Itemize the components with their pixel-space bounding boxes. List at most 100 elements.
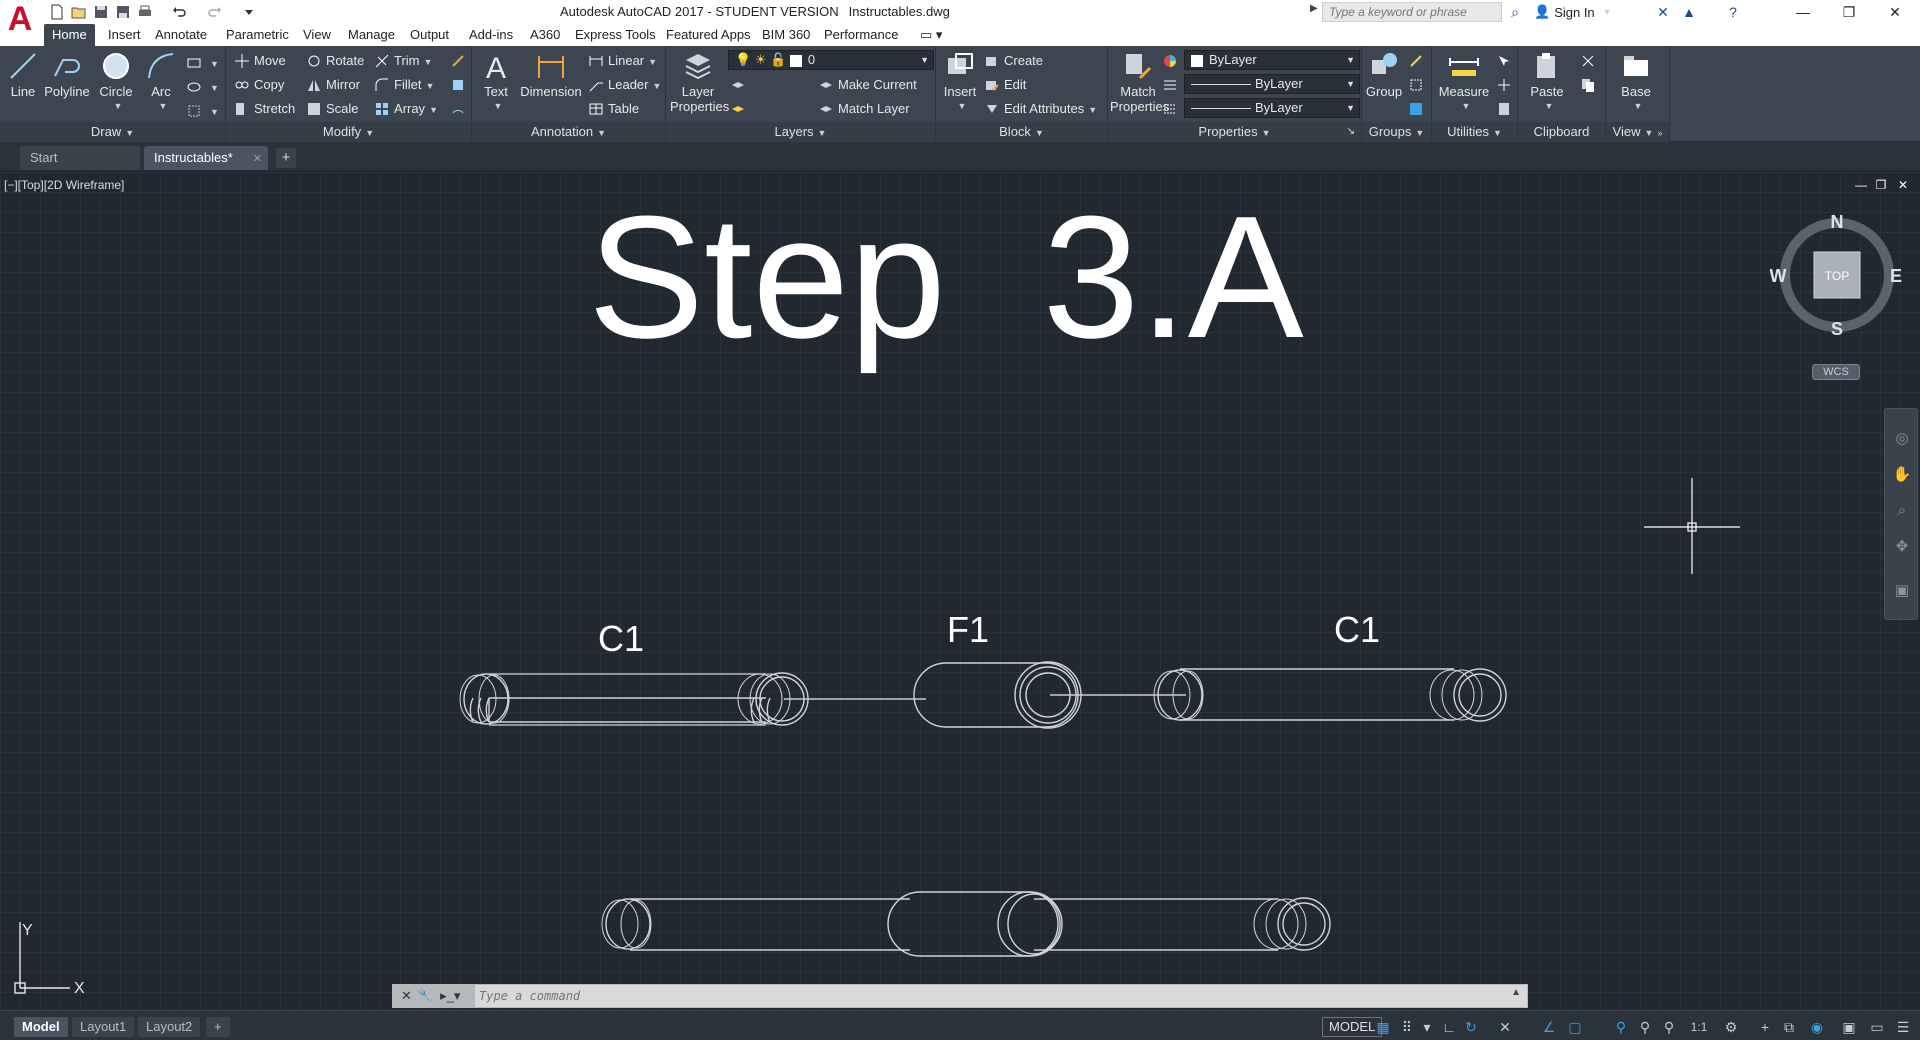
lineweight-dropdown[interactable]: ByLayer ▼ (1184, 98, 1360, 118)
leader-button[interactable]: Leader ▼ (586, 74, 661, 96)
group-edit-button[interactable] (1406, 74, 1428, 96)
new-file-icon[interactable] (48, 3, 66, 21)
save-icon[interactable] (92, 3, 110, 21)
color-dropdown[interactable]: ByLayer ▼ (1184, 50, 1360, 70)
compass-s[interactable]: S (1831, 319, 1843, 339)
search-expand-icon[interactable]: ▶ (1310, 3, 1322, 21)
help-icon[interactable]: ? (1722, 2, 1744, 22)
units-icon[interactable]: ⧉ (1780, 1018, 1798, 1036)
close-icon[interactable]: ✕ (401, 988, 412, 1004)
boundary-button[interactable]: ▼ (184, 100, 220, 122)
group-selection-button[interactable] (1406, 98, 1428, 120)
tab-annotate[interactable]: Annotate (147, 24, 215, 46)
tab-insert[interactable]: Insert (100, 24, 149, 46)
layer-properties-button[interactable]: Layer Properties (670, 50, 729, 118)
compass-e[interactable]: E (1890, 266, 1902, 286)
clipboard-panel-title[interactable]: Clipboard (1518, 122, 1605, 142)
rotate-button[interactable]: Rotate (304, 50, 364, 72)
compass-w[interactable]: W (1770, 266, 1787, 286)
draw-panel-title[interactable]: Draw ▼ (0, 122, 225, 142)
close-icon[interactable]: ✕ (253, 153, 262, 165)
isolate-objects-icon[interactable]: ◉ (1808, 1018, 1826, 1036)
annotation-scale-value[interactable]: 1:1 (1686, 1018, 1712, 1036)
view-panel-title[interactable]: View ▼» (1606, 122, 1669, 142)
application-menu-button[interactable]: A (0, 0, 40, 46)
tab-add-ins[interactable]: Add-ins (461, 24, 521, 46)
zoom-icon[interactable]: ⌕ (1892, 501, 1912, 521)
binoculars-icon[interactable]: ⌕ (1504, 2, 1526, 22)
linetype-dropdown[interactable]: ByLayer ▼ (1184, 74, 1360, 94)
group-button[interactable]: Group (1364, 50, 1404, 118)
command-input[interactable] (479, 986, 1499, 1006)
auto-scale-icon[interactable]: ⚲ (1636, 1018, 1654, 1036)
explode-button[interactable] (448, 74, 470, 96)
ungroup-button[interactable] (1406, 50, 1428, 72)
graphics-performance-icon[interactable]: ▣ (1840, 1018, 1858, 1036)
hatch-button[interactable]: ▼ (184, 76, 220, 98)
clean-screen-icon[interactable]: ▭ (1868, 1018, 1886, 1036)
object-snap-tracking-icon[interactable]: ∠ (1540, 1018, 1558, 1036)
exchange-apps-icon[interactable]: ✕ (1652, 2, 1674, 22)
match-properties-button[interactable]: Match Properties (1110, 50, 1169, 118)
tab-a360[interactable]: A360 (522, 24, 568, 46)
close-button[interactable]: ✕ (1872, 0, 1918, 24)
layer-tools-row-2[interactable] (728, 98, 818, 120)
annotation-panel-title[interactable]: Annotation ▼ (472, 122, 665, 142)
ribbon-display-toggle[interactable]: ▭ ▾ (912, 24, 950, 46)
autodesk-a360-icon[interactable]: ▲ (1678, 2, 1700, 22)
steering-wheel-icon[interactable]: ◎ (1892, 429, 1912, 449)
move-button[interactable]: Move (232, 50, 286, 72)
fillet-button[interactable]: Fillet ▼ (372, 74, 434, 96)
command-prompt-icon[interactable]: ▸_▾ (440, 988, 460, 1004)
object-snap-icon[interactable]: ▢ (1566, 1018, 1584, 1036)
layers-panel-title[interactable]: Layers ▼ (666, 122, 935, 142)
table-button[interactable]: Table (586, 98, 639, 120)
chevron-down-icon[interactable]: ▼ (480, 99, 516, 114)
viewcube[interactable]: TOP N S W E (1770, 210, 1904, 340)
file-tab-instructables[interactable]: Instructables* ✕ (144, 146, 268, 170)
minimize-button[interactable]: — (1780, 0, 1826, 24)
utilities-panel-title[interactable]: Utilities ▼ (1432, 122, 1517, 142)
workspace-gear-icon[interactable]: ⚙ (1722, 1018, 1740, 1036)
print-icon[interactable] (136, 3, 154, 21)
snap-icon[interactable]: ⠿ (1398, 1018, 1416, 1036)
wcs-menu-button[interactable]: WCS (1812, 364, 1860, 380)
tab-manage[interactable]: Manage (340, 24, 403, 46)
calculator-button[interactable] (1494, 98, 1516, 120)
create-block-button[interactable]: Create (982, 50, 1043, 72)
command-history-up-icon[interactable]: ▲ (1511, 987, 1521, 998)
chevron-down-icon[interactable]: ▼ (944, 99, 980, 114)
rectangle-button[interactable]: ▼ (184, 52, 220, 74)
tab-view[interactable]: View (295, 24, 339, 46)
make-current-button[interactable]: Make Current (816, 74, 917, 96)
mirror-button[interactable]: Mirror (304, 74, 360, 96)
grid-icon[interactable]: ▦ (1374, 1018, 1392, 1036)
cut-button[interactable] (1578, 50, 1600, 72)
layout-tab-model[interactable]: Model (14, 1017, 68, 1037)
qat-dropdown-icon[interactable] (240, 3, 258, 21)
layer-dropdown[interactable]: 💡 ☀ 🔓 0 ▼ (728, 50, 934, 70)
layer-tools-row-1[interactable] (728, 74, 818, 96)
block-panel-title[interactable]: Block ▼ (936, 122, 1107, 142)
text-button[interactable]: A Text ▼ (476, 50, 516, 118)
new-tab-plus-icon[interactable]: + (276, 148, 296, 168)
base-view-button[interactable]: Base ▼ (1612, 50, 1660, 118)
chevron-down-icon[interactable]: ▼ (148, 99, 178, 114)
measure-button[interactable]: Measure ▼ (1434, 50, 1494, 118)
id-point-button[interactable] (1494, 74, 1516, 96)
tab-output[interactable]: Output (402, 24, 457, 46)
chevron-down-icon[interactable]: ▼ (1438, 99, 1494, 114)
ribbon-expand-icon[interactable]: » (1657, 128, 1662, 138)
scale-button[interactable]: Scale (304, 98, 359, 120)
annotation-scale-icon[interactable]: ⚲ (1660, 1018, 1678, 1036)
pan-hand-icon[interactable]: ✋ (1892, 465, 1912, 485)
add-layout-plus-icon[interactable]: + (206, 1017, 230, 1037)
dimension-button[interactable]: Dimension (520, 50, 582, 118)
edit-attributes-button[interactable]: Edit Attributes ▼ (982, 98, 1097, 120)
groups-panel-title[interactable]: Groups ▼ (1362, 122, 1431, 142)
drawing-viewport[interactable]: [−][Top][2D Wireframe] — ❐ ✕ Step 3.A C1… (0, 172, 1920, 1010)
tab-parametric[interactable]: Parametric (218, 24, 297, 46)
arc-button[interactable]: Arc ▼ (144, 50, 178, 118)
open-folder-icon[interactable] (70, 3, 88, 21)
file-tab-start[interactable]: Start (20, 146, 140, 170)
